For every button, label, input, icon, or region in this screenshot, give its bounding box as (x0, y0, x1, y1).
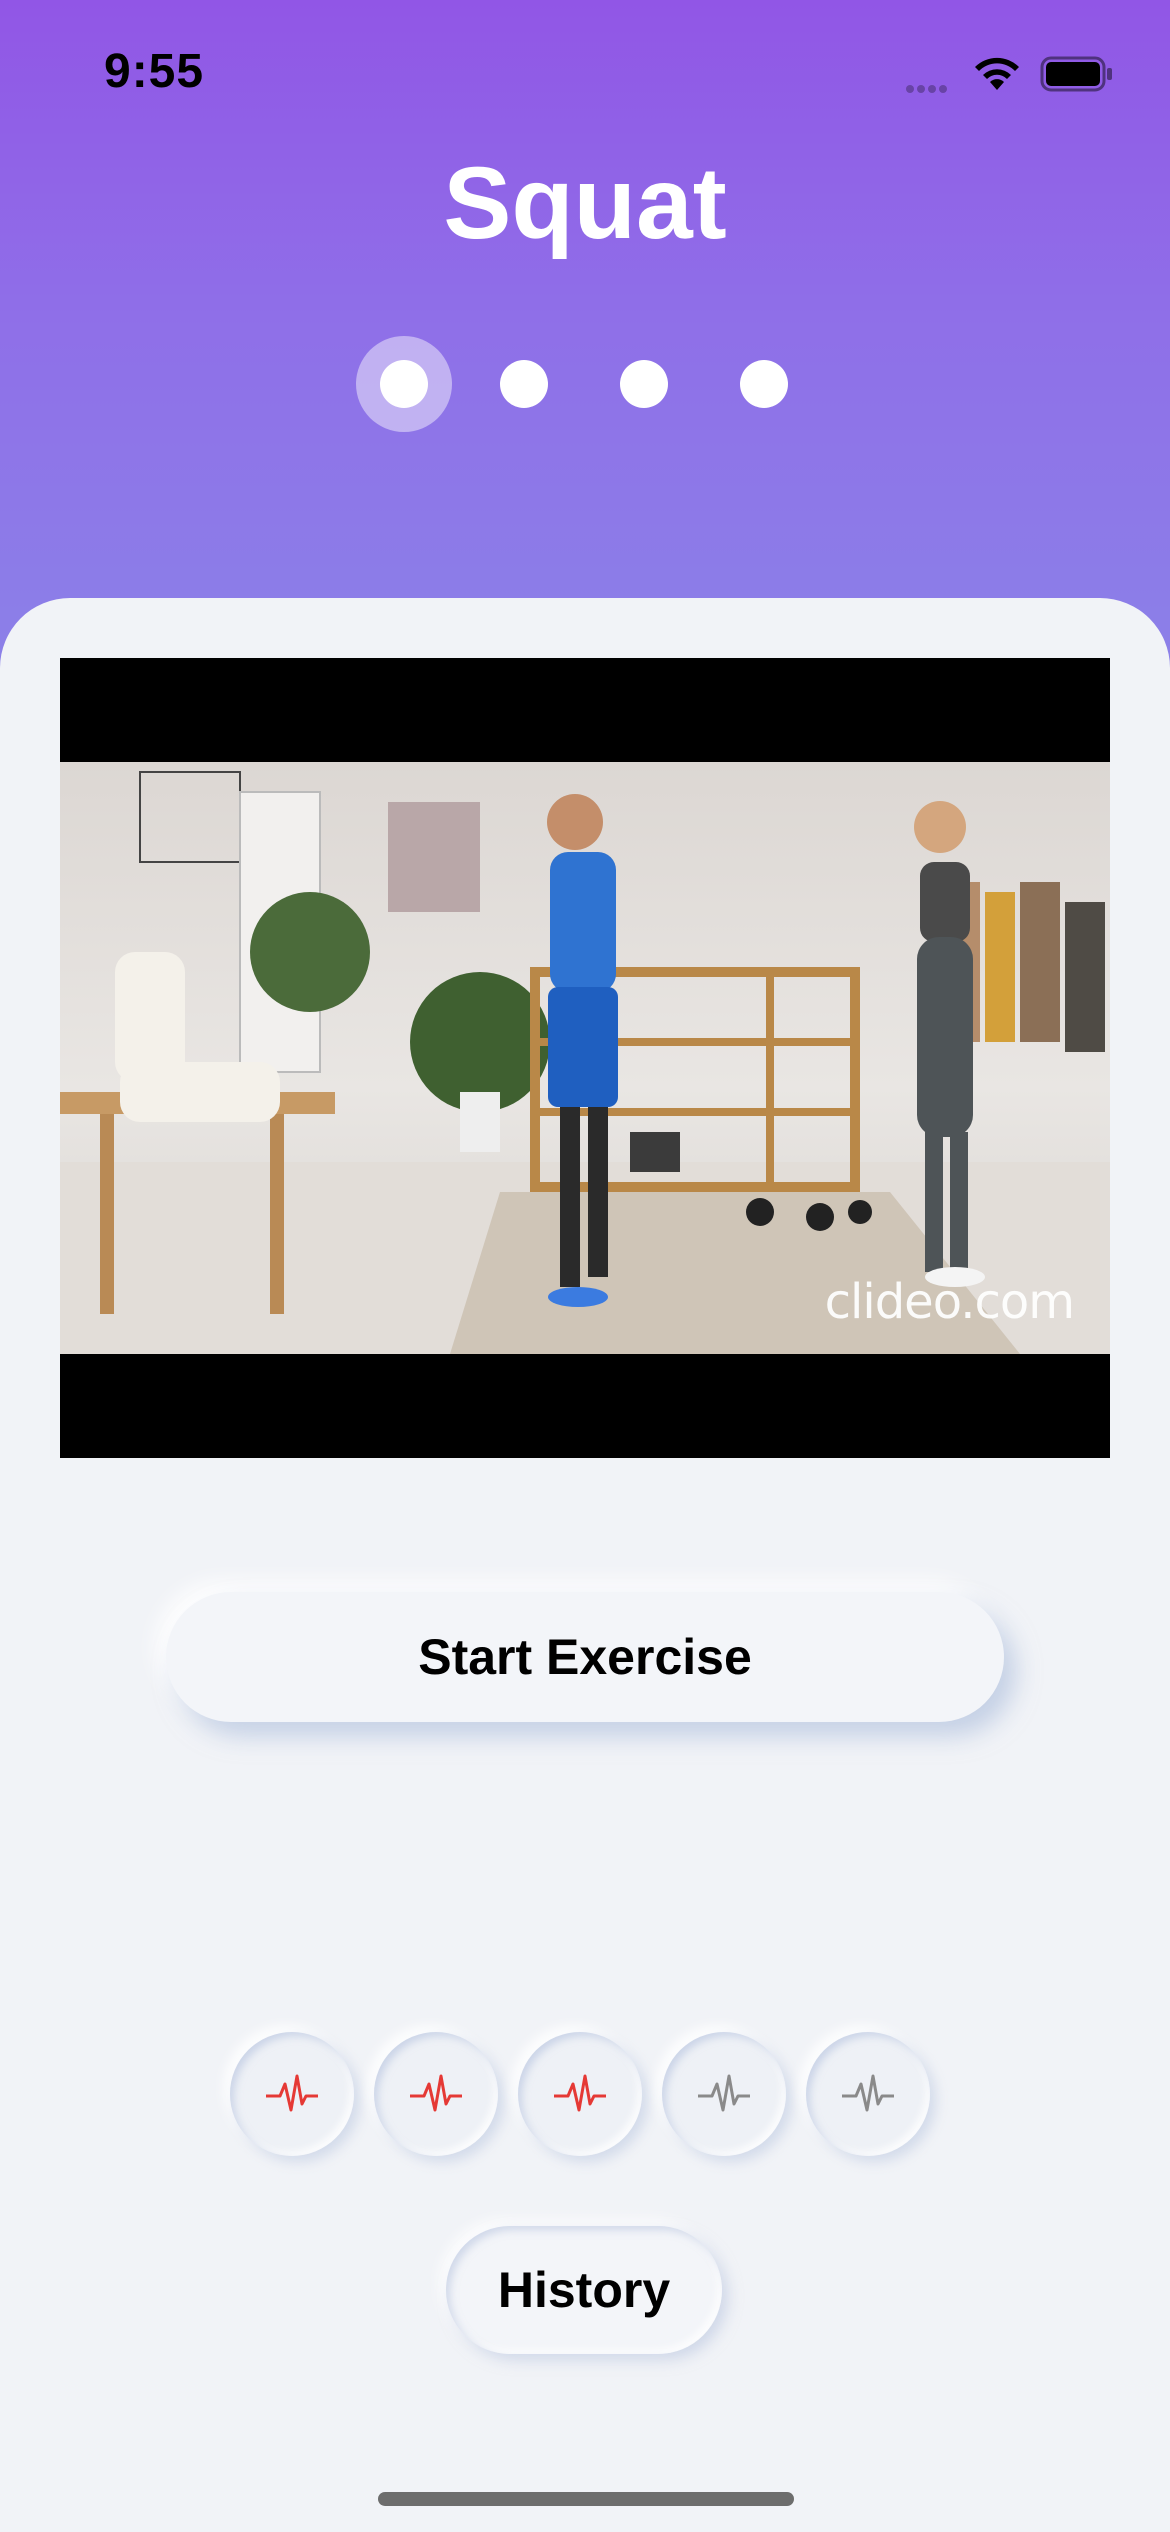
heart-rate-indicator-4[interactable] (662, 2032, 786, 2156)
pager-dot[interactable] (740, 360, 788, 408)
video-scene-illustration (60, 771, 1110, 1354)
heartbeat-icon (842, 2074, 894, 2112)
page-title: Squat (443, 146, 727, 260)
exercise-video[interactable]: clideo.com (60, 658, 1110, 1458)
heartbeat-icon (554, 2074, 606, 2112)
heart-rate-indicator-1[interactable] (230, 2032, 354, 2156)
heart-rate-indicators (0, 2026, 1170, 2166)
status-time: 9:55 (104, 45, 205, 98)
history-button[interactable]: History (446, 2226, 722, 2354)
pager-dot[interactable] (500, 360, 548, 408)
status-bar: 9:55 (0, 0, 1170, 150)
home-indicator[interactable] (378, 2492, 794, 2506)
video-watermark: clideo.com (824, 1274, 1075, 1330)
heartbeat-icon (266, 2074, 318, 2112)
pager-dot[interactable] (620, 360, 668, 408)
wifi-icon (975, 57, 1019, 90)
heartbeat-icon (698, 2074, 750, 2112)
heart-rate-indicator-2[interactable] (374, 2032, 498, 2156)
battery-icon (1040, 56, 1112, 92)
pager-dot[interactable] (380, 360, 428, 408)
heartbeat-icon (410, 2074, 462, 2112)
page-indicator (0, 336, 1170, 432)
heart-rate-indicator-5[interactable] (806, 2032, 930, 2156)
video-frame: clideo.com (60, 762, 1110, 1354)
heart-rate-indicator-3[interactable] (518, 2032, 642, 2156)
cellular-signal-icon (906, 80, 950, 98)
start-exercise-button[interactable]: Start Exercise (166, 1592, 1004, 1722)
